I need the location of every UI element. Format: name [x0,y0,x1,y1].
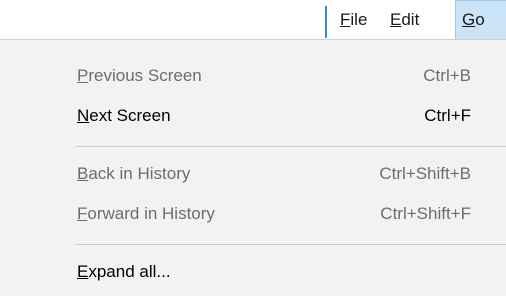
mnemonic: E [77,262,89,281]
label-text: ext Screen [89,106,171,125]
menu-item-back-in-history[interactable]: Back in History Ctrl+Shift+B [0,154,506,194]
menu-item-previous-screen[interactable]: Previous Screen Ctrl+B [0,56,506,96]
menu-edit-label: dit [401,10,420,29]
menu-bar: File Edit Go [0,0,506,39]
mnemonic: F [77,204,88,223]
label-text: xpand all... [88,262,171,281]
menu-file[interactable]: File [334,0,384,39]
app-window: File Edit Go Previous Screen Ctrl+B Next… [0,0,506,296]
menu-item-shortcut: Ctrl+F [424,106,471,125]
menu-edit[interactable]: Edit [384,0,436,39]
menu-item-label: Previous Screen [77,56,202,96]
menu-item-label: Back in History [77,154,190,194]
menu-item-next-screen[interactable]: Next Screen Ctrl+F [0,96,506,136]
menu-go-label: o [475,10,485,29]
menu-file-label: ile [350,10,368,29]
menu-file-mnemonic: F [340,10,351,29]
mnemonic: P [77,66,89,85]
menu-edit-mnemonic: E [390,10,402,29]
mnemonic: N [77,106,90,125]
menu-item-expand-all[interactable]: Expand all... [0,252,506,292]
menu-separator [75,244,506,245]
menu-item-forward-in-history[interactable]: Forward in History Ctrl+Shift+F [0,194,506,234]
menu-separator [75,146,506,147]
menu-go[interactable]: Go [455,0,506,39]
menu-item-shortcut: Ctrl+B [423,66,471,85]
go-menu-dropdown: Previous Screen Ctrl+B Next Screen Ctrl+… [0,39,506,296]
label-text: ack in History [88,164,191,183]
label-text: orward in History [87,204,215,223]
menu-item-shortcut: Ctrl+Shift+F [380,204,471,223]
menu-item-label: Next Screen [77,96,171,136]
menu-item-label: Expand all... [77,252,171,292]
menu-go-mnemonic: G [462,10,476,29]
label-text: revious Screen [88,66,202,85]
mnemonic: B [77,164,89,183]
menubar-divider [325,6,327,38]
menu-item-label: Forward in History [77,194,215,234]
menu-item-shortcut: Ctrl+Shift+B [379,164,471,183]
